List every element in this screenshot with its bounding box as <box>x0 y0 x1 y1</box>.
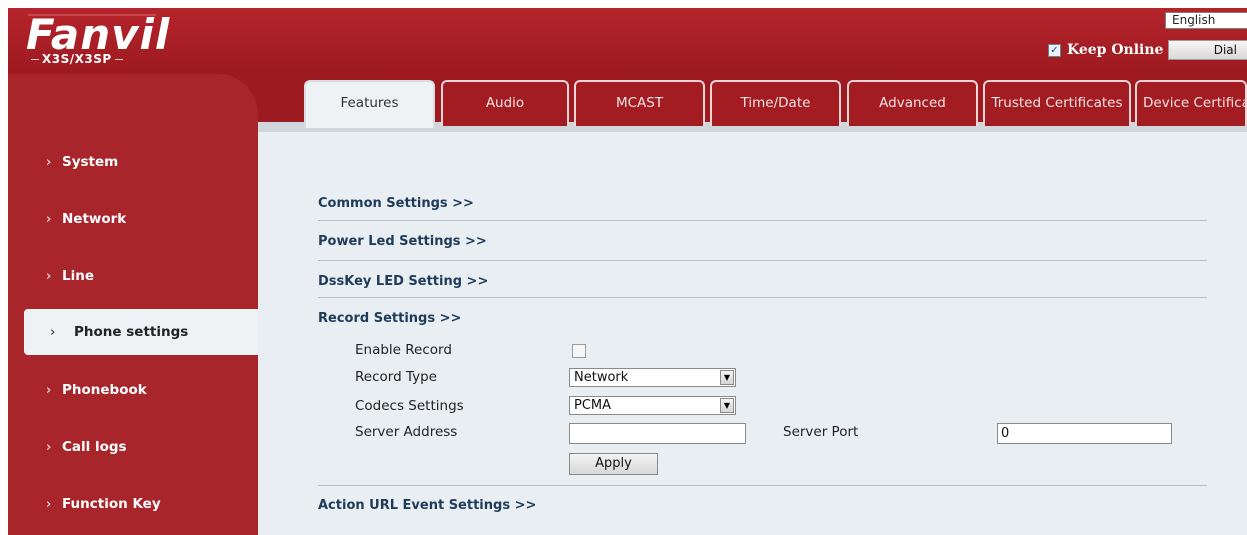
server-address-label: Server Address <box>355 424 458 440</box>
codecs-settings-select[interactable]: PCMA ▼ <box>569 396 736 415</box>
dial-button[interactable]: Dial <box>1168 40 1247 60</box>
tab-device-certificates[interactable]: Device Certifica <box>1135 80 1247 126</box>
chevron-right-icon: › <box>50 324 56 340</box>
apply-button[interactable]: Apply <box>569 453 658 475</box>
chevron-right-icon: › <box>46 211 52 227</box>
tab-time-date[interactable]: Time/Date <box>710 80 841 126</box>
sidebar-item-label: System <box>62 154 119 170</box>
server-address-input[interactable] <box>569 423 746 444</box>
chevron-right-icon: › <box>46 268 52 284</box>
sidebar-item-label: Phonebook <box>62 382 147 398</box>
codecs-settings-value: PCMA <box>574 398 612 413</box>
sidebar-item-label: Phone settings <box>74 324 189 340</box>
chevron-right-icon: › <box>46 382 52 398</box>
sidebar-item-phone-settings[interactable]: › Phone settings <box>24 309 258 355</box>
tab-advanced[interactable]: Advanced <box>847 80 978 126</box>
dropdown-arrow-icon: ▼ <box>720 370 734 385</box>
chevron-right-icon: › <box>46 439 52 455</box>
chevron-right-icon: › <box>46 154 52 170</box>
language-select[interactable]: English <box>1165 12 1247 29</box>
section-common-settings[interactable]: Common Settings >> <box>318 196 474 211</box>
dropdown-arrow-icon: ▼ <box>720 398 734 413</box>
sidebar-item-network[interactable]: › Network <box>8 199 258 239</box>
header-bar: Fanvil X3S/X3SP English ✓ Keep Online Dia… <box>8 8 1247 74</box>
chevron-right-icon: › <box>46 496 52 512</box>
keep-online-label: Keep Online <box>1067 42 1164 58</box>
section-divider <box>318 260 1207 261</box>
section-divider <box>318 220 1207 221</box>
sidebar-item-call-logs[interactable]: › Call logs <box>8 427 258 467</box>
section-divider <box>318 485 1207 486</box>
server-port-label: Server Port <box>783 424 859 440</box>
browser-viewport: Fanvil X3S/X3SP English ✓ Keep Online Dia… <box>8 8 1247 535</box>
record-type-label: Record Type <box>355 369 437 385</box>
sidebar-item-line[interactable]: › Line <box>8 256 258 296</box>
enable-record-checkbox[interactable] <box>572 344 586 358</box>
section-dsskey-led-setting[interactable]: DssKey LED Setting >> <box>318 274 488 289</box>
keep-online-checkbox[interactable]: ✓ <box>1048 43 1061 57</box>
sidebar-item-system[interactable]: › System <box>8 142 258 182</box>
tab-mcast[interactable]: MCAST <box>574 80 705 126</box>
sidebar-item-function-key[interactable]: › Function Key <box>8 484 258 524</box>
section-action-url-event-settings[interactable]: Action URL Event Settings >> <box>318 498 536 513</box>
tab-features[interactable]: Features <box>304 80 435 128</box>
tab-trusted-certificates[interactable]: Trusted Certificates <box>983 80 1131 126</box>
sidebar-item-phonebook[interactable]: › Phonebook <box>8 370 258 410</box>
record-type-value: Network <box>574 370 629 385</box>
sidebar-item-label: Network <box>62 211 127 227</box>
keep-online-toggle[interactable]: ✓ Keep Online <box>1048 42 1163 58</box>
sidebar-item-label: Function Key <box>62 496 161 512</box>
section-record-settings[interactable]: Record Settings >> <box>318 311 461 326</box>
sidebar-item-label: Call logs <box>62 439 127 455</box>
section-divider <box>318 297 1207 298</box>
server-port-input[interactable]: 0 <box>997 423 1172 444</box>
codecs-settings-label: Codecs Settings <box>355 398 464 414</box>
sidebar-item-label: Line <box>62 268 94 284</box>
record-type-select[interactable]: Network ▼ <box>569 368 736 387</box>
model-label: X3S/X3SP <box>28 52 126 66</box>
enable-record-label: Enable Record <box>355 342 452 358</box>
tab-audio[interactable]: Audio <box>441 80 569 126</box>
section-power-led-settings[interactable]: Power Led Settings >> <box>318 234 487 249</box>
